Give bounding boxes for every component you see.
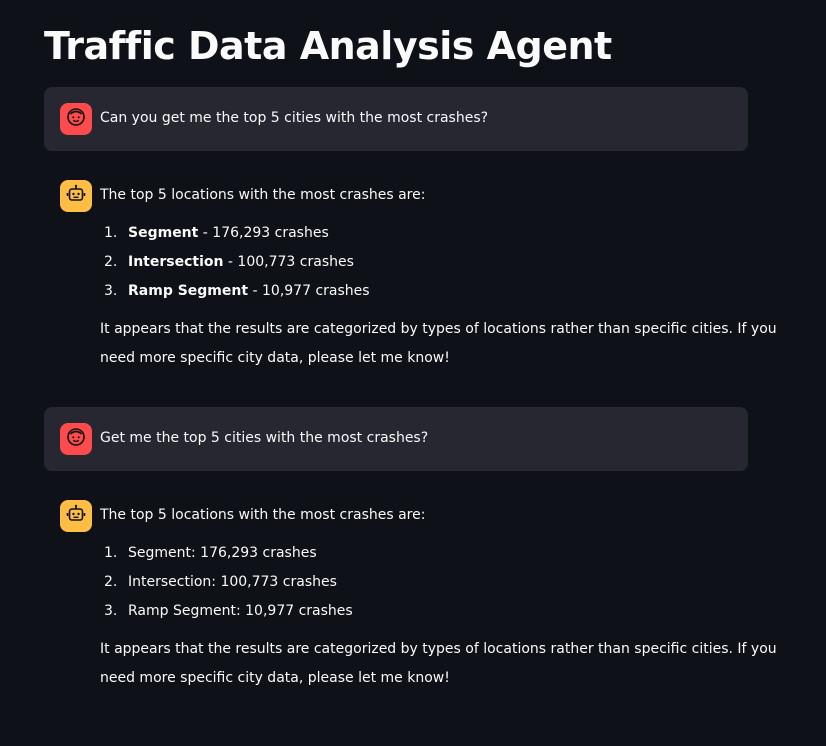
list-item-value: - 10,977 crashes <box>248 283 370 299</box>
list-item: 1. Segment: 176,293 crashes <box>100 539 732 568</box>
page-title: Traffic Data Analysis Agent <box>44 24 612 68</box>
list-item-label: Ramp Segment <box>128 283 249 299</box>
list-item-number: 2. <box>104 254 118 270</box>
list-item-number: 3. <box>104 283 118 299</box>
list-item-number: 3. <box>104 603 118 619</box>
robot-face-icon <box>66 504 86 528</box>
list-item: 2. Intersection: 100,773 crashes <box>100 568 732 597</box>
list-item-number: 1. <box>104 225 118 241</box>
assistant-avatar <box>60 500 92 532</box>
assistant-footer-line: need more specific city data, please let… <box>100 670 450 686</box>
assistant-intro: The top 5 locations with the most crashe… <box>100 187 426 203</box>
list-item-value: - 176,293 crashes <box>198 225 329 241</box>
user-face-icon <box>66 107 86 131</box>
user-message-text: Can you get me the top 5 cities with the… <box>100 110 489 126</box>
user-message: Get me the top 5 cities with the most cr… <box>44 407 748 471</box>
chat-page: Traffic Data Analysis Agent Can you get … <box>0 0 826 746</box>
user-message-text: Get me the top 5 cities with the most cr… <box>100 430 429 446</box>
list-item: 1. Segment - 176,293 crashes <box>100 219 732 248</box>
list-item-number: 2. <box>104 574 118 590</box>
list-item-number: 1. <box>104 545 118 561</box>
list-item-value: - 100,773 crashes <box>223 254 354 270</box>
assistant-footer-line: need more specific city data, please let… <box>100 350 450 366</box>
assistant-footer-line: It appears that the results are categori… <box>100 641 777 657</box>
list-item: 2. Intersection - 100,773 crashes <box>100 248 732 277</box>
list-item-text: Ramp Segment: 10,977 crashes <box>128 603 353 619</box>
robot-face-icon <box>66 184 86 208</box>
results-list: 1. Segment - 176,293 crashes 2. Intersecti… <box>100 219 732 306</box>
results-list: 1. Segment: 176,293 crashes 2. Intersectio… <box>100 539 732 626</box>
user-avatar <box>60 103 92 135</box>
list-item-text: Segment: 176,293 crashes <box>128 545 317 561</box>
list-item-text: Intersection: 100,773 crashes <box>128 574 337 590</box>
user-avatar <box>60 423 92 455</box>
list-item-label: Segment <box>128 225 199 241</box>
list-item: 3. Ramp Segment: 10,977 crashes <box>100 597 732 626</box>
list-item: 3. Ramp Segment - 10,977 crashes <box>100 277 732 306</box>
assistant-footer-line: It appears that the results are categori… <box>100 321 777 337</box>
assistant-avatar <box>60 180 92 212</box>
assistant-intro: The top 5 locations with the most crashe… <box>100 507 426 523</box>
user-face-icon <box>66 427 86 451</box>
user-message: Can you get me the top 5 cities with the… <box>44 87 748 151</box>
list-item-label: Intersection <box>128 254 224 270</box>
